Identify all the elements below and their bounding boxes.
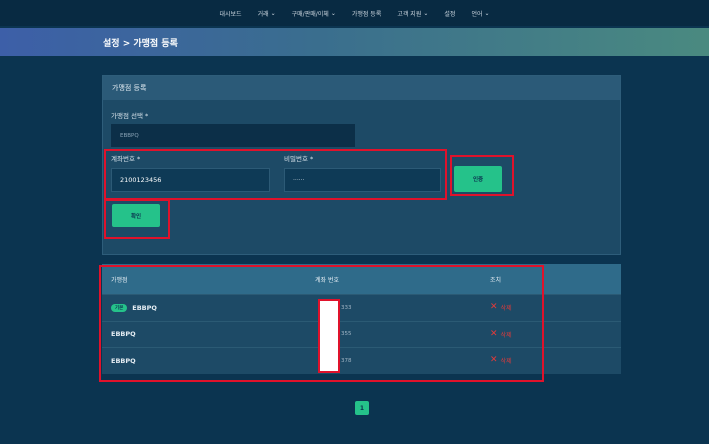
delete-button[interactable]: ✕ 삭제 <box>480 355 512 366</box>
nav-item-label: 대시보드 <box>219 10 242 18</box>
merchant-code: EBBPQ <box>111 356 136 365</box>
top-nav: 대시보드 거래 ⌄ 구매/판매/이체 ⌄ 가맹점 등록 고객 지원 ⌄ 설정 언어 ⌄ <box>0 0 709 26</box>
table-row: EBBPQ 355 ✕ 삭제 <box>102 320 621 348</box>
page-banner: 설정 > 가맹점 등록 <box>0 28 709 56</box>
nav-item-label: 언어 <box>471 10 483 18</box>
nav-item-label: 구매/판매/이체 <box>291 10 329 18</box>
merchant-select-label: 가맹점 선택 * <box>111 112 149 120</box>
delete-label: 삭제 <box>500 331 512 339</box>
delete-label: 삭제 <box>500 358 512 366</box>
nav-item-language[interactable]: 언어 ⌄ <box>471 9 489 18</box>
close-icon: ✕ <box>490 355 498 366</box>
nav-item-dashboard[interactable]: 대시보드 <box>219 9 241 18</box>
close-icon: ✕ <box>490 328 498 339</box>
nav-item-buy-sell-transfer[interactable]: 구매/판매/이체 ⌄ <box>292 9 336 18</box>
nav-item-settings[interactable]: 설정 <box>444 9 455 18</box>
header-merchant: 가맹점 <box>111 276 128 284</box>
merchant-code: EBBPQ <box>111 330 136 339</box>
nav-item-customer-support[interactable]: 고객 지원 ⌄ <box>397 9 428 18</box>
chevron-down-icon: ⌄ <box>330 9 336 17</box>
nav-item-label: 설정 <box>444 10 456 18</box>
header-action: 조치 <box>490 276 502 284</box>
auth-button[interactable]: 인증 <box>454 166 502 192</box>
account-number-input[interactable]: 2100123456 <box>111 168 270 192</box>
chevron-down-icon: ⌄ <box>484 9 490 17</box>
table-row: EBBPQ 378 ✕ 삭제 <box>102 347 621 374</box>
nav-item-merchant-registration[interactable]: 가맹점 등록 <box>352 9 382 18</box>
nav-item-label: 가맹점 등록 <box>351 10 382 18</box>
password-input[interactable]: ······ <box>284 168 441 192</box>
delete-button[interactable]: ✕ 삭제 <box>480 302 512 313</box>
password-label: 비밀번호 * <box>284 155 314 163</box>
merchant-registration-panel: 가맹점 등록 <box>102 75 621 255</box>
confirm-button[interactable]: 확인 <box>112 204 160 227</box>
table-row: 기본 EBBPQ 333 ✕ 삭제 <box>102 294 621 321</box>
merchant-table: 가맹점 계좌 번호 조치 기본 EBBPQ 333 ✕ 삭제 EBBPQ 355… <box>102 264 621 374</box>
merchant-code: EBBPQ <box>132 303 157 312</box>
chevron-down-icon: ⌄ <box>270 9 276 17</box>
close-icon: ✕ <box>490 302 498 313</box>
header-account: 계좌 번호 <box>315 276 339 284</box>
nav-item-transactions[interactable]: 거래 ⌄ <box>258 9 276 18</box>
panel-title: 가맹점 등록 <box>103 76 620 100</box>
nav-item-label: 고객 지원 <box>397 10 422 18</box>
merchant-select[interactable]: EBBPQ <box>111 124 355 147</box>
nav-item-label: 거래 <box>257 10 269 18</box>
chevron-down-icon: ⌄ <box>423 9 429 17</box>
redaction-box <box>318 299 340 373</box>
table-header: 가맹점 계좌 번호 조치 <box>102 264 621 294</box>
default-badge: 기본 <box>111 303 128 312</box>
account-number-label: 계좌번호 * <box>111 155 141 163</box>
delete-button[interactable]: ✕ 삭제 <box>480 328 512 339</box>
pagination-page-button[interactable]: 1 <box>355 401 369 415</box>
delete-label: 삭제 <box>500 305 512 313</box>
breadcrumb: 설정 > 가맹점 등록 <box>103 38 178 49</box>
